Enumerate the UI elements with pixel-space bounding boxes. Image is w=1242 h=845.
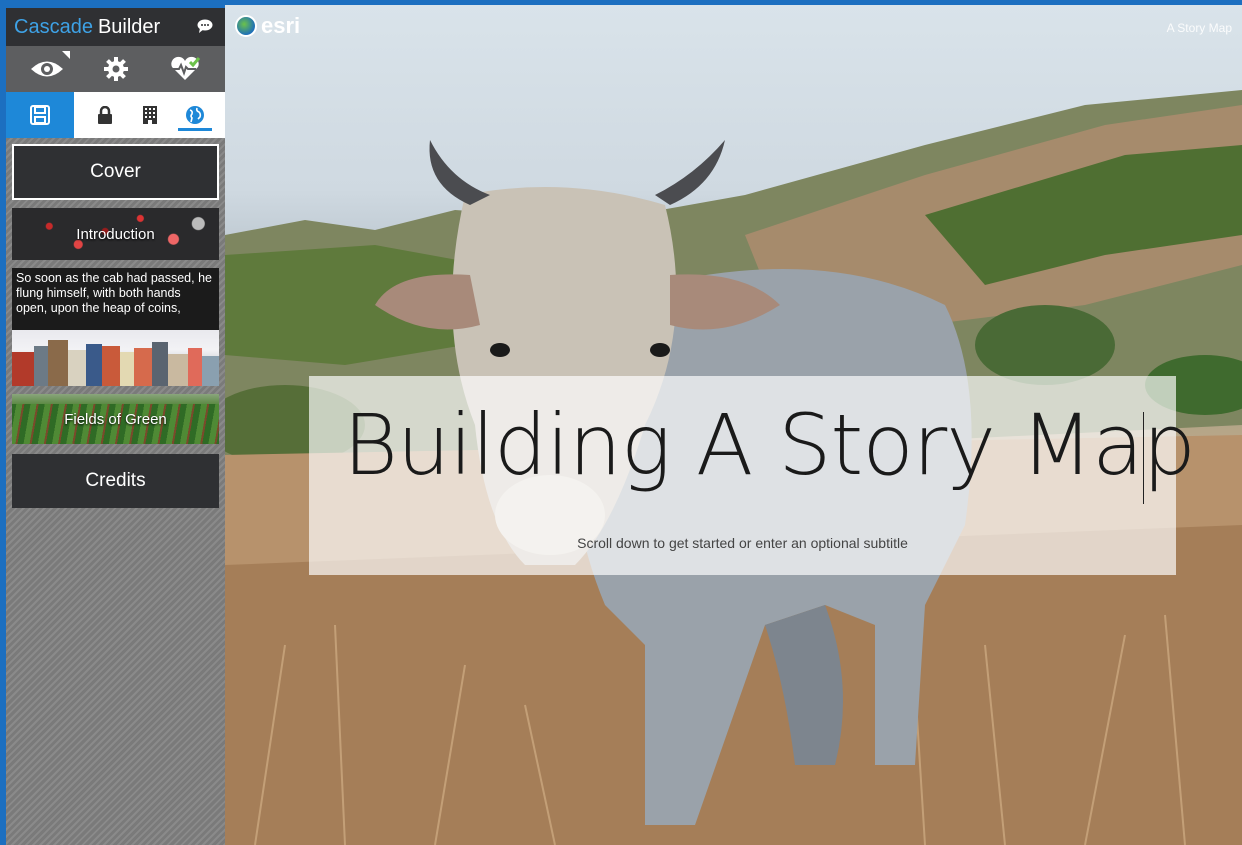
lock-icon: [97, 106, 112, 124]
story-map-label: A Story Map: [1166, 21, 1232, 35]
section-label: Fields of Green: [64, 410, 167, 428]
section-label: Introduction: [76, 225, 155, 243]
builder-title-brand: Cascade: [14, 15, 93, 38]
health-check-button[interactable]: [164, 51, 206, 87]
section-label: Cover: [90, 161, 141, 182]
section-introduction[interactable]: Introduction: [12, 208, 219, 260]
share-organization-button[interactable]: [133, 98, 167, 132]
share-public-button[interactable]: [177, 98, 212, 132]
section-list: Cover Introduction So soon as the cab ha…: [6, 138, 225, 514]
section-label: Credits: [85, 470, 146, 491]
story-cover-stage: esri A Story Map Building A Story Map Sc…: [225, 5, 1242, 845]
story-title-input[interactable]: Building A Story Map: [343, 396, 1196, 494]
gear-icon: [103, 57, 128, 81]
section-thumbnail-houses: [12, 330, 219, 386]
story-subtitle-input[interactable]: Scroll down to get started or enter an o…: [309, 535, 1176, 551]
builder-title-rest: Builder: [97, 15, 161, 38]
cover-title-panel[interactable]: Building A Story Map Scroll down to get …: [309, 376, 1196, 575]
esri-logo-text: esri: [261, 13, 301, 38]
builder-title: Cascade Builder: [6, 8, 225, 46]
esri-logo[interactable]: esri: [235, 13, 300, 39]
text-caret: [1143, 412, 1144, 504]
preview-button[interactable]: [26, 51, 70, 87]
section-story-text[interactable]: So soon as the cab had passed, he flung …: [12, 268, 219, 386]
section-credits[interactable]: Credits: [12, 454, 219, 508]
builder-actions: [6, 92, 225, 138]
save-button[interactable]: [6, 92, 74, 138]
floppy-disk-icon: [30, 105, 50, 125]
builder-panel: Cascade Builder Cover Introduction So so…: [6, 8, 225, 845]
section-fields-of-green[interactable]: Fields of Green: [12, 394, 219, 444]
chat-bubble-icon[interactable]: [197, 19, 213, 33]
sharing-options: [74, 92, 225, 138]
share-private-button[interactable]: [88, 98, 122, 132]
settings-button[interactable]: [95, 51, 137, 87]
building-icon: [142, 106, 157, 124]
eye-icon: [30, 61, 63, 77]
section-label: So soon as the cab had passed, he flung …: [12, 268, 219, 330]
globe-icon: [185, 106, 204, 124]
dropdown-corner-icon: [61, 51, 70, 59]
builder-toolbar: [6, 46, 225, 92]
esri-globe-icon: [235, 15, 257, 37]
section-cover[interactable]: Cover: [12, 144, 219, 200]
heartbeat-check-icon: [170, 56, 200, 80]
